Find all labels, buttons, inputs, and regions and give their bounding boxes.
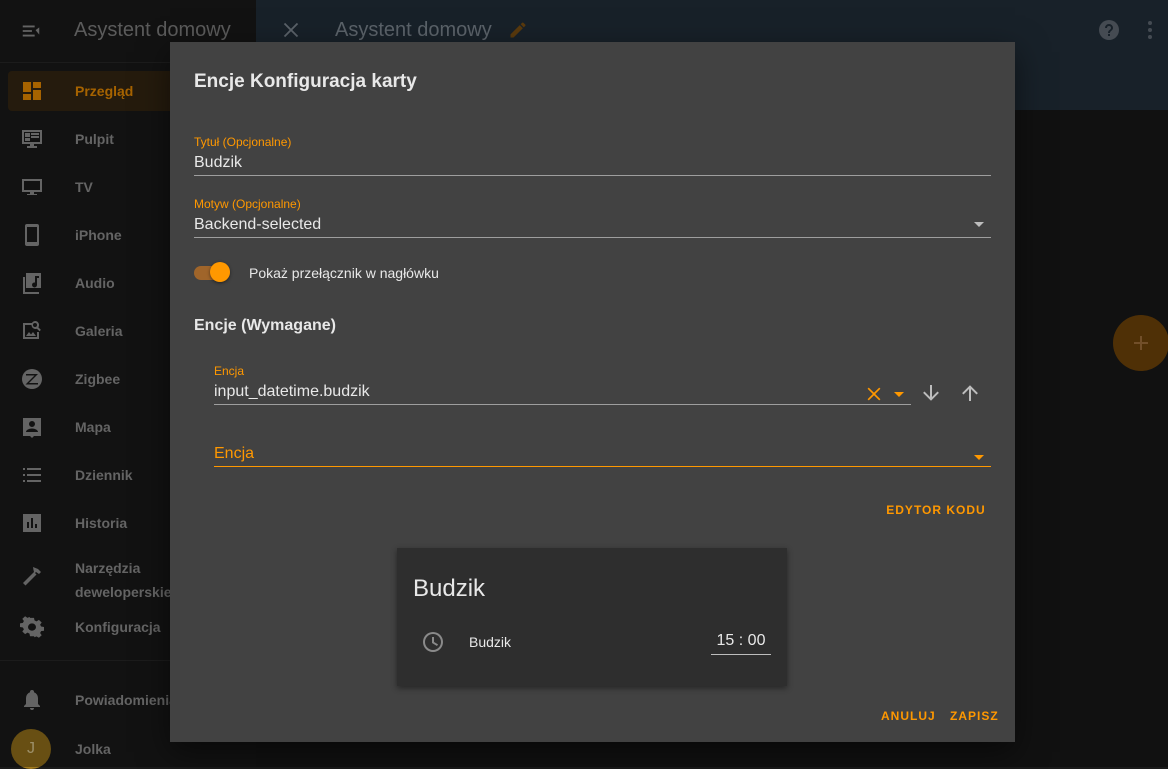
entities-heading: Encje (Wymagane)	[194, 317, 336, 334]
code-editor-button[interactable]: EDYTOR KODU	[878, 500, 994, 520]
entity-field-underline	[214, 404, 911, 405]
card-entity-name[interactable]: Budzik	[469, 634, 511, 650]
time-hours[interactable]: 15	[717, 632, 735, 649]
add-entity-underline	[214, 466, 991, 467]
title-field-underline	[194, 175, 991, 176]
chevron-down-icon[interactable]	[894, 392, 904, 397]
dialog-title: Encje Konfiguracja karty	[194, 71, 417, 92]
header-toggle-switch[interactable]	[194, 262, 230, 282]
card-config-dialog: Encje Konfiguracja karty Tytuł (Opcjonal…	[170, 42, 1015, 742]
entity-field-label: Encja	[214, 364, 245, 378]
header-toggle-label: Pokaż przełącznik w nagłówku	[249, 265, 439, 281]
chevron-down-icon[interactable]	[974, 455, 984, 460]
time-minutes[interactable]: 00	[748, 632, 766, 649]
card-title: Budzik	[413, 575, 486, 602]
clear-icon[interactable]	[863, 383, 885, 405]
chevron-down-icon[interactable]	[974, 222, 984, 227]
preview-card: Budzik Budzik 15 : 00	[397, 548, 787, 686]
theme-select-label: Motyw (Opcjonalne)	[194, 197, 301, 211]
toggle-thumb	[210, 262, 230, 282]
cancel-button[interactable]: ANULUJ	[881, 706, 936, 726]
time-input[interactable]: 15 : 00	[711, 628, 771, 655]
arrow-up-icon[interactable]	[958, 381, 982, 405]
theme-select-value[interactable]: Backend-selected	[194, 216, 321, 234]
title-field-value[interactable]: Budzik	[194, 154, 242, 172]
theme-select-underline	[194, 237, 991, 238]
title-field-label: Tytuł (Opcjonalne)	[194, 135, 292, 149]
entity-field-value[interactable]: input_datetime.budzik	[214, 383, 370, 401]
time-separator: :	[738, 632, 744, 649]
arrow-down-icon[interactable]	[919, 381, 943, 405]
clock-icon	[423, 632, 443, 652]
add-entity-placeholder[interactable]: Encja	[214, 445, 254, 463]
save-button[interactable]: ZAPISZ	[950, 706, 999, 726]
